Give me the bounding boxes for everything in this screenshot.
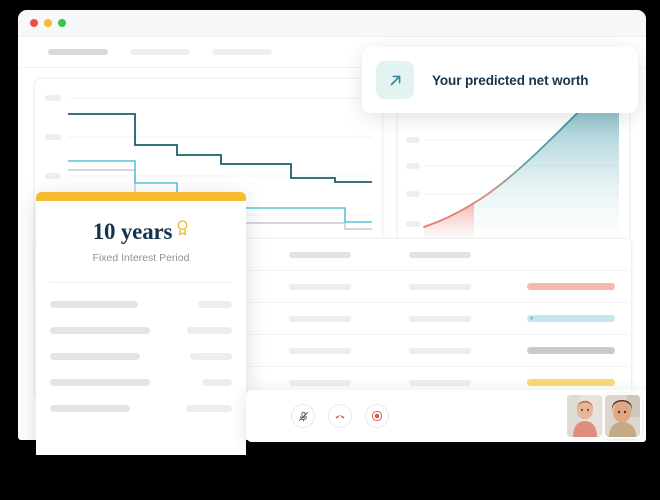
video-call-bar [246,390,646,442]
tab-1[interactable] [48,49,108,55]
card-accent-bar [36,192,246,201]
row-value-placeholder [186,405,232,412]
arrow-up-right-icon [376,61,414,99]
maximize-window-button[interactable] [58,19,66,27]
avatar[interactable] [567,395,602,437]
frame-mask-bottom [0,455,660,500]
card-header: 10 years Fixed Interest Period [36,201,246,264]
tab-2[interactable] [130,49,190,55]
predicted-net-worth-card[interactable]: Your predicted net worth [362,47,638,113]
fixed-interest-period-card[interactable]: 10 years Fixed Interest Period [36,192,246,466]
end-call-button[interactable] [328,404,352,428]
record-icon [371,410,383,422]
microphone-muted-icon [298,411,308,421]
card-detail-rows [36,283,246,412]
table-cell [289,347,351,354]
row-label-placeholder [50,327,150,334]
card-subtitle: Fixed Interest Period [92,252,190,264]
table-cell [409,283,471,290]
status-badge [527,347,615,354]
table-cell [409,347,471,354]
row-label-placeholder [50,405,130,412]
row-label-placeholder [50,353,140,360]
tab-3[interactable] [212,49,272,55]
row-label-placeholder [50,379,150,386]
mute-microphone-button[interactable] [291,404,315,428]
row-value-placeholder [190,353,232,360]
status-badge [527,379,615,386]
star-icon: ★ [529,315,535,322]
status-badge [527,283,615,290]
list-item [50,405,232,412]
predicted-net-worth-title: Your predicted net worth [432,72,589,88]
medal-icon [176,220,189,241]
window-titlebar [18,10,646,37]
table-header-cell [409,251,471,258]
record-button[interactable] [365,404,389,428]
row-value-placeholder [202,379,232,386]
table-cell [409,379,471,386]
avatar[interactable] [605,395,640,437]
status-badge: ★ [527,315,615,322]
call-controls [291,404,389,428]
close-window-button[interactable] [30,19,38,27]
phone-hangup-icon [335,415,345,419]
years-value: 10 years [92,219,173,244]
row-value-placeholder [198,301,232,308]
list-item [50,353,232,360]
minimize-window-button[interactable] [44,19,52,27]
table-cell [289,315,351,322]
row-value-placeholder [187,327,232,334]
row-label-placeholder [50,301,138,308]
table-cell [289,379,351,386]
call-participants [567,395,640,437]
table-cell [289,283,351,290]
list-item [50,379,232,386]
table-cell [409,315,471,322]
list-item [50,327,232,334]
list-item [50,301,232,308]
frame-mask-right [646,0,660,500]
table-header-cell [289,251,351,258]
